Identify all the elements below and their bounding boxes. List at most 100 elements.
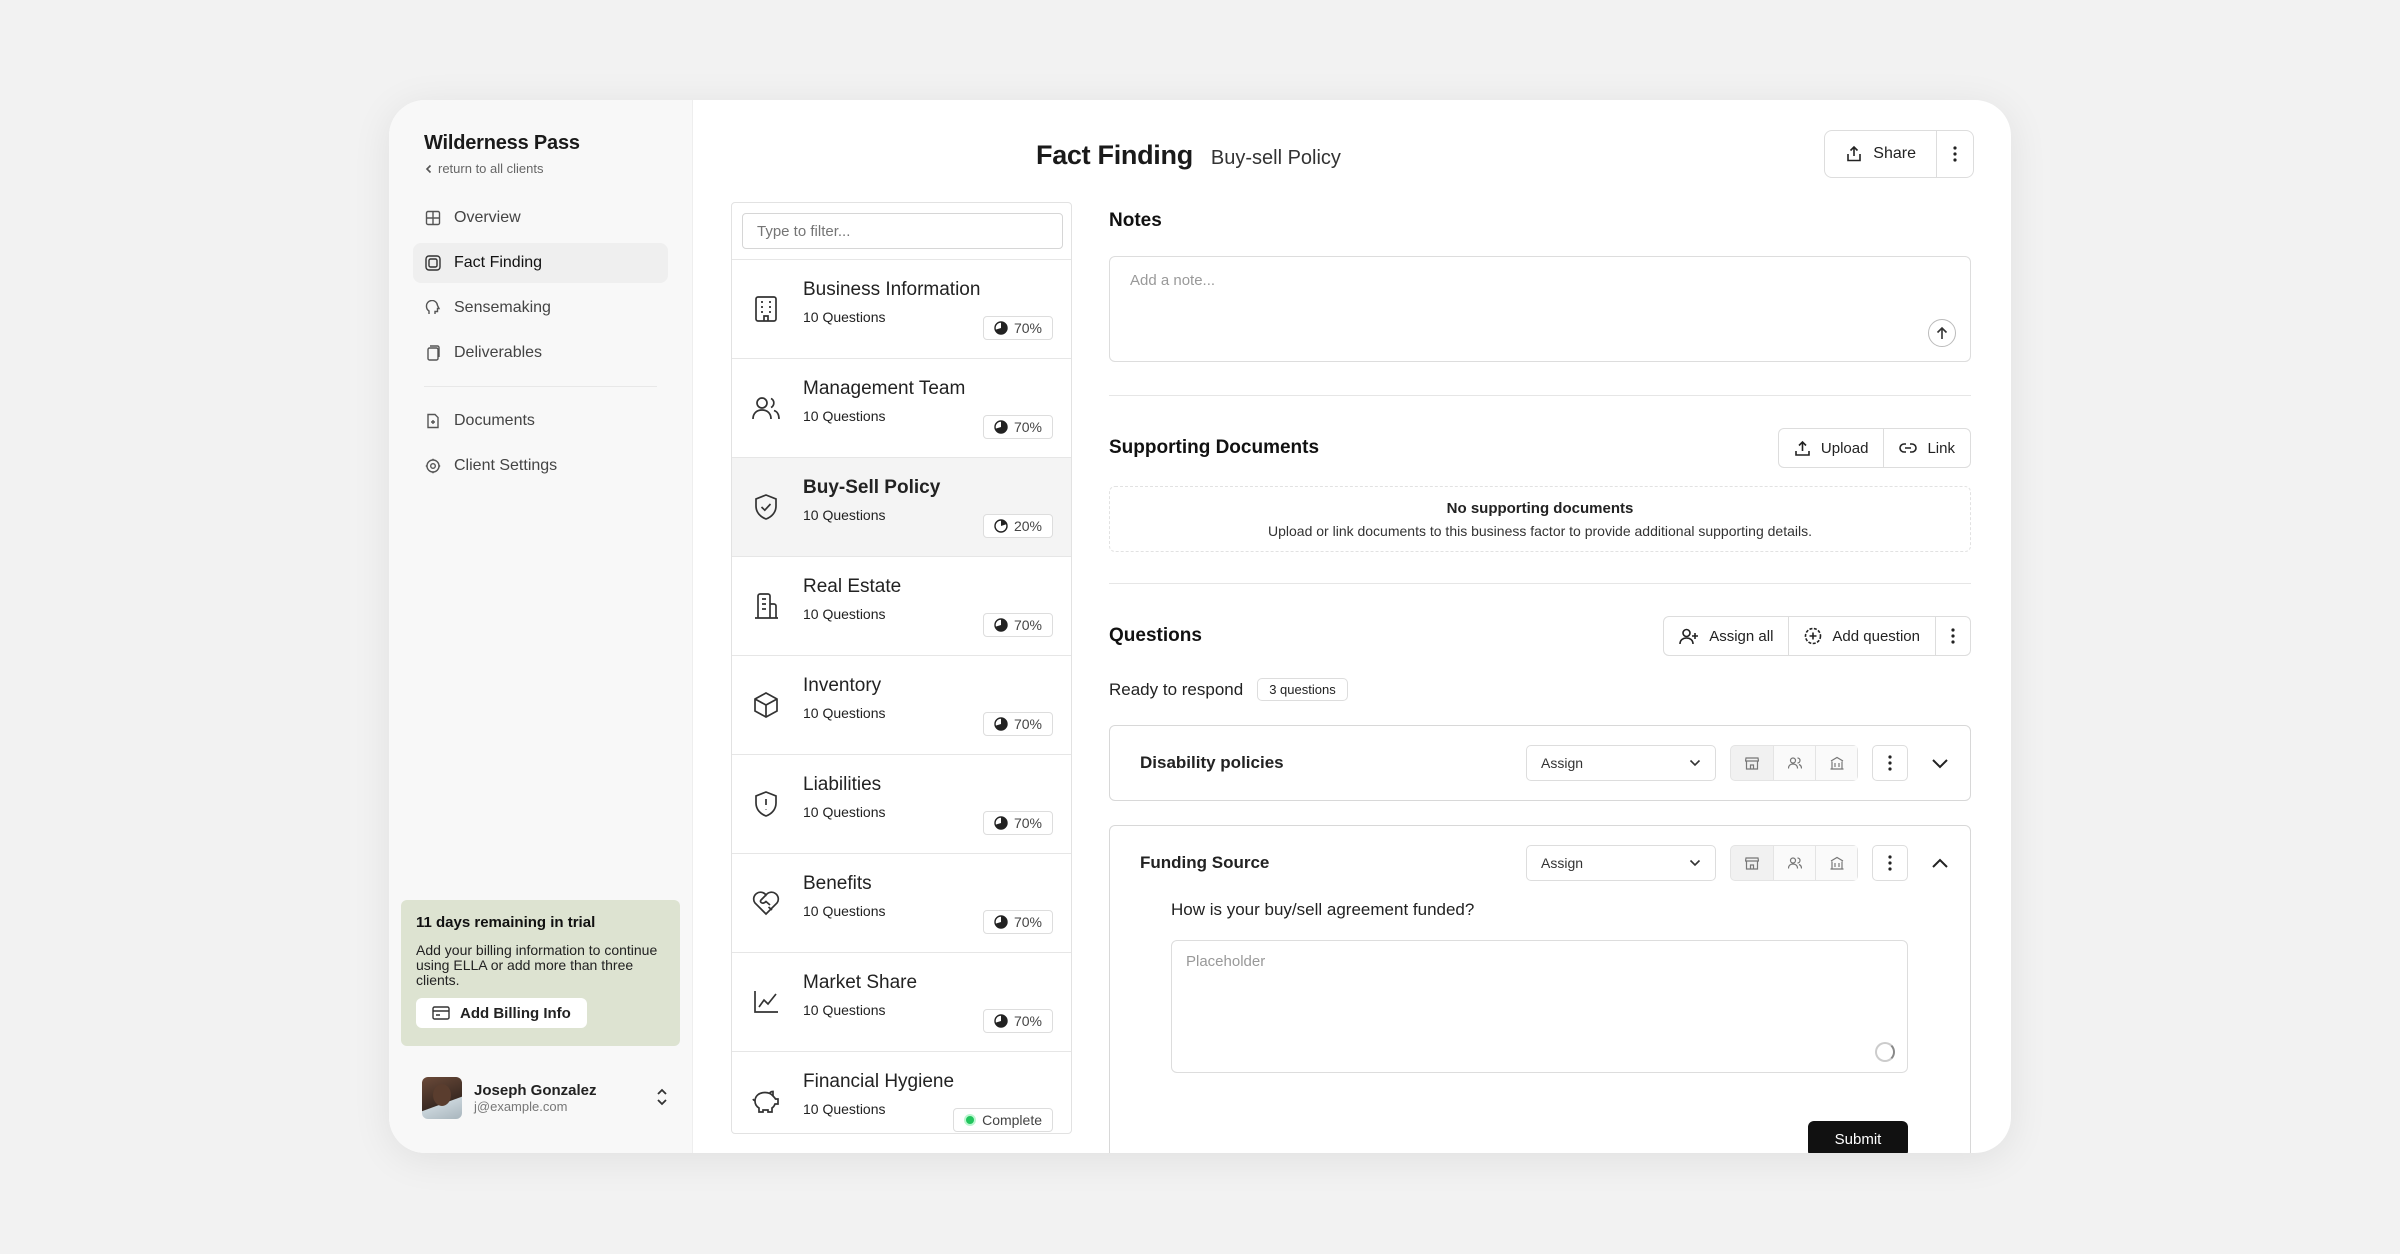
category-title: Liabilities <box>803 774 882 795</box>
nav-item-deliverables[interactable]: Deliverables <box>413 333 668 373</box>
progress-value: 70% <box>1013 419 1042 435</box>
progress-pie-icon <box>994 618 1008 632</box>
chevron-down-icon <box>1689 859 1701 867</box>
progress-value: 70% <box>1013 716 1042 732</box>
filter-input[interactable] <box>742 213 1063 249</box>
category-question-count: 10 Questions <box>803 606 886 622</box>
category-item-market-share[interactable]: Market Share 10 Questions 70% <box>732 952 1071 1051</box>
page-title: Fact Finding <box>1036 140 1193 170</box>
send-note-button[interactable] <box>1928 319 1956 347</box>
nav-item-overview[interactable]: Overview <box>413 198 668 238</box>
nav-item-fact-finding[interactable]: Fact Finding <box>413 243 668 283</box>
header-actions: Share <box>1824 130 1974 178</box>
nav-item-label: Client Settings <box>454 457 558 474</box>
user-name: Joseph Gonzalez <box>474 1082 597 1099</box>
link-icon <box>1899 443 1918 453</box>
upload-button[interactable]: Upload <box>1779 429 1884 467</box>
page-subtitle: Buy-sell Policy <box>1210 147 1341 169</box>
question-more-button[interactable] <box>1872 845 1908 881</box>
share-label: Share <box>1873 145 1916 162</box>
questions-more-button[interactable] <box>1935 617 1970 655</box>
book-icon <box>424 254 442 272</box>
progress-badge: 70% <box>982 1009 1053 1033</box>
assign-dropdown[interactable]: Assign <box>1526 845 1716 881</box>
back-link-label: return to all clients <box>438 161 544 176</box>
assign-all-button[interactable]: Assign all <box>1664 617 1788 655</box>
user-email: j@example.com <box>474 1099 568 1114</box>
share-icon <box>1847 145 1862 162</box>
building-icon[interactable] <box>1815 846 1857 880</box>
sidebar-nav: Overview Fact Finding Sensemaking Delive… <box>389 198 692 486</box>
link-button[interactable]: Link <box>1883 429 1970 467</box>
progress-pie-icon <box>994 1014 1008 1028</box>
chevrons-up-down-icon[interactable] <box>656 1088 668 1109</box>
progress-value: 70% <box>1013 320 1042 336</box>
gear-icon <box>424 457 442 475</box>
category-item-liabilities[interactable]: Liabilities 10 Questions 70% <box>732 754 1071 853</box>
empty-subtitle: Upload or link documents to this busines… <box>1268 523 1812 539</box>
answer-textarea[interactable]: Placeholder <box>1171 940 1908 1073</box>
category-item-benefits[interactable]: Benefits 10 Questions 70% <box>732 853 1071 952</box>
nav-item-label: Deliverables <box>454 344 543 361</box>
category-question-count: 10 Questions <box>803 1101 886 1117</box>
chevron-down-icon[interactable] <box>1928 758 1952 769</box>
add-billing-button[interactable]: Add Billing Info <box>416 998 587 1028</box>
chevron-up-icon[interactable] <box>1928 858 1952 869</box>
category-item-management-team[interactable]: Management Team 10 Questions 70% <box>732 358 1071 457</box>
ready-to-respond-row: Ready to respond 3 questions <box>1109 678 1971 701</box>
supporting-docs-header: Supporting Documents Upload Link <box>1109 428 1971 468</box>
supporting-docs-empty-state: No supporting documents Upload or link d… <box>1109 486 1971 552</box>
category-title: Financial Hygiene <box>803 1071 955 1092</box>
question-title: Funding Source <box>1140 853 1270 872</box>
nav-item-sensemaking[interactable]: Sensemaking <box>413 288 668 328</box>
nav-item-label: Documents <box>454 412 535 429</box>
category-item-inventory[interactable]: Inventory 10 Questions 70% <box>732 655 1071 754</box>
users-icon <box>750 392 782 424</box>
progress-badge: 70% <box>982 613 1053 637</box>
file-stack-icon <box>424 344 442 362</box>
supporting-docs-actions: Upload Link <box>1777 428 1971 468</box>
users-icon[interactable] <box>1773 746 1815 780</box>
add-billing-label: Add Billing Info <box>460 1004 571 1022</box>
category-item-business-information[interactable]: Business Information 10 Questions 70% <box>732 259 1071 358</box>
app-window: Wilderness Pass return to all clients Ov… <box>389 100 2011 1153</box>
question-text: How is your buy/sell agreement funded? <box>1171 900 1475 919</box>
note-input[interactable]: Add a note... <box>1109 256 1971 362</box>
progress-pie-icon <box>994 519 1008 533</box>
shield-check-icon <box>750 491 782 523</box>
add-question-button[interactable]: Add question <box>1788 617 1935 655</box>
store-icon[interactable] <box>1731 746 1773 780</box>
user-menu[interactable]: Joseph Gonzalez j@example.com <box>422 1077 668 1119</box>
building-icon[interactable] <box>1815 746 1857 780</box>
detail-panel: Notes Add a note... Supporting Documents… <box>1109 202 1971 1153</box>
trial-title: 11 days remaining in trial <box>416 914 596 931</box>
heart-handshake-icon <box>750 887 782 919</box>
back-link[interactable]: return to all clients <box>389 155 692 176</box>
grid-icon <box>424 209 442 227</box>
category-question-count: 10 Questions <box>803 1002 886 1018</box>
box-icon <box>750 689 782 721</box>
trial-banner: 11 days remaining in trial Add your bill… <box>401 900 680 1046</box>
supporting-docs-title: Supporting Documents <box>1109 437 1320 458</box>
question-row[interactable]: Funding Source Assign <box>1110 826 1970 900</box>
share-button[interactable]: Share <box>1825 131 1936 177</box>
category-item-real-estate[interactable]: Real Estate 10 Questions 70% <box>732 556 1071 655</box>
chevron-down-icon <box>1689 759 1701 767</box>
credit-card-icon <box>432 1006 450 1020</box>
users-icon[interactable] <box>1773 846 1815 880</box>
question-more-button[interactable] <box>1872 745 1908 781</box>
category-item-financial-hygiene[interactable]: Financial Hygiene 10 Questions Complete <box>732 1051 1071 1133</box>
complete-dot-icon <box>964 1114 977 1126</box>
nav-item-client-settings[interactable]: Client Settings <box>413 446 668 486</box>
category-item-buy-sell-policy[interactable]: Buy-Sell Policy 10 Questions 20% <box>732 457 1071 556</box>
question-row[interactable]: Disability policies Assign <box>1110 726 1970 800</box>
more-vertical-icon <box>1888 755 1892 771</box>
nav-item-documents[interactable]: Documents <box>413 401 668 441</box>
add-question-label: Add question <box>1832 627 1920 645</box>
category-title: Market Share <box>803 972 918 993</box>
store-icon[interactable] <box>1731 846 1773 880</box>
submit-button[interactable]: Submit <box>1808 1121 1908 1153</box>
assign-dropdown[interactable]: Assign <box>1526 745 1716 781</box>
header-more-button[interactable] <box>1936 131 1973 177</box>
client-name: Wilderness Pass <box>424 132 580 154</box>
